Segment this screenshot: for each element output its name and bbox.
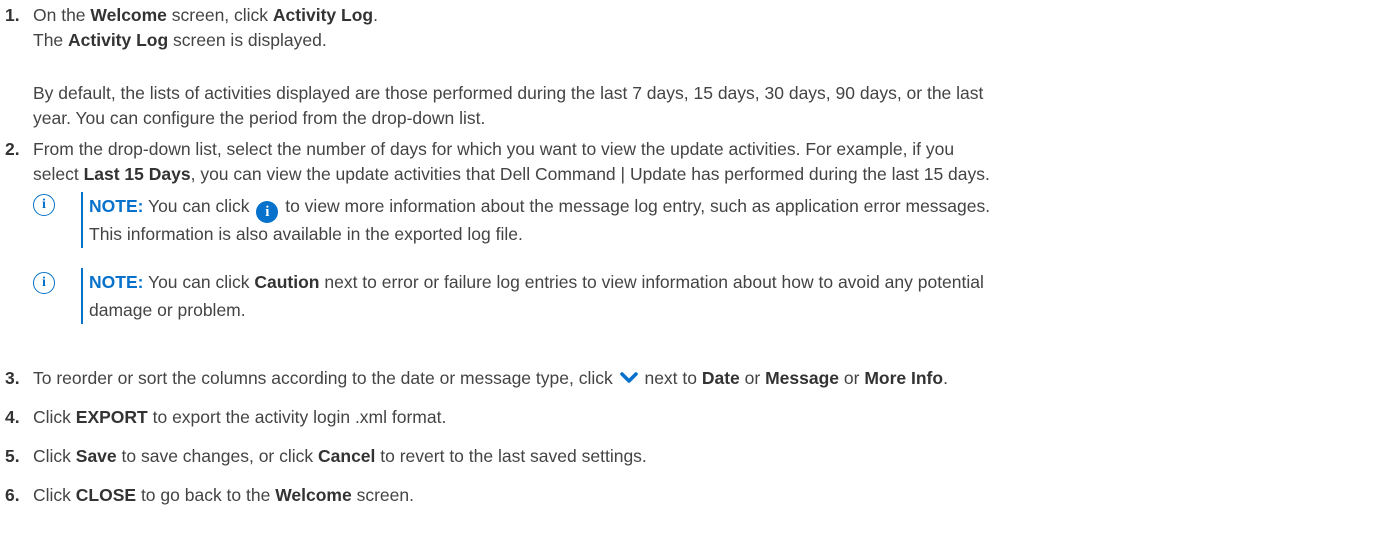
step-1-line-2: The Activity Log screen is displayed. (33, 30, 327, 50)
step-number: 3. (5, 368, 20, 388)
step-1: 1. On the Welcome screen, click Activity… (0, 3, 1390, 53)
export-term: EXPORT (75, 407, 148, 427)
note-2: i NOTE: You can click Caution next to er… (33, 268, 1393, 324)
step-1-line-1: On the Welcome screen, click Activity Lo… (33, 5, 378, 25)
date-term: Date (701, 368, 740, 388)
step-2: 2. From the drop-down list, select the n… (0, 137, 1390, 187)
save-term: Save (75, 446, 117, 466)
close-term: CLOSE (75, 485, 137, 505)
note-label: NOTE: (89, 272, 144, 292)
cancel-term: Cancel (318, 446, 376, 466)
welcome-term: Welcome (90, 5, 167, 25)
caution-term: Caution (254, 272, 320, 292)
step-number: 5. (5, 446, 20, 466)
step-6: 6. Click CLOSE to go back to the Welcome… (0, 483, 1390, 508)
note-1: i NOTE: You can click i to view more inf… (33, 192, 1393, 248)
step-5: 5. Click Save to save changes, or click … (0, 444, 1390, 469)
note-label: NOTE: (89, 196, 144, 216)
step-number: 4. (5, 407, 20, 427)
note-divider (81, 268, 83, 324)
step-number: 1. (5, 5, 20, 25)
info-note-icon: i (33, 272, 55, 294)
welcome-term: Welcome (275, 485, 352, 505)
step-2-line-1: From the drop-down list, select the numb… (33, 139, 955, 159)
step-2-line-2: select Last 15 Days, you can view the up… (33, 164, 990, 184)
chevron-down-icon (619, 372, 638, 383)
step-1-paragraph: By default, the lists of activities disp… (33, 83, 984, 128)
note-divider (81, 192, 83, 248)
last-15-days-term: Last 15 Days (83, 164, 191, 184)
more-info-term: More Info (864, 368, 944, 388)
message-term: Message (765, 368, 840, 388)
step-4: 4. Click EXPORT to export the activity l… (0, 405, 1390, 430)
activity-log-term: Activity Log (68, 30, 169, 50)
step-3: 3. To reorder or sort the columns accord… (0, 366, 1390, 391)
activity-log-term: Activity Log (272, 5, 374, 25)
procedure-document: 1. On the Welcome screen, click Activity… (0, 0, 1397, 545)
step-number: 6. (5, 485, 20, 505)
info-note-icon: i (33, 194, 55, 216)
step-number: 2. (5, 139, 20, 159)
